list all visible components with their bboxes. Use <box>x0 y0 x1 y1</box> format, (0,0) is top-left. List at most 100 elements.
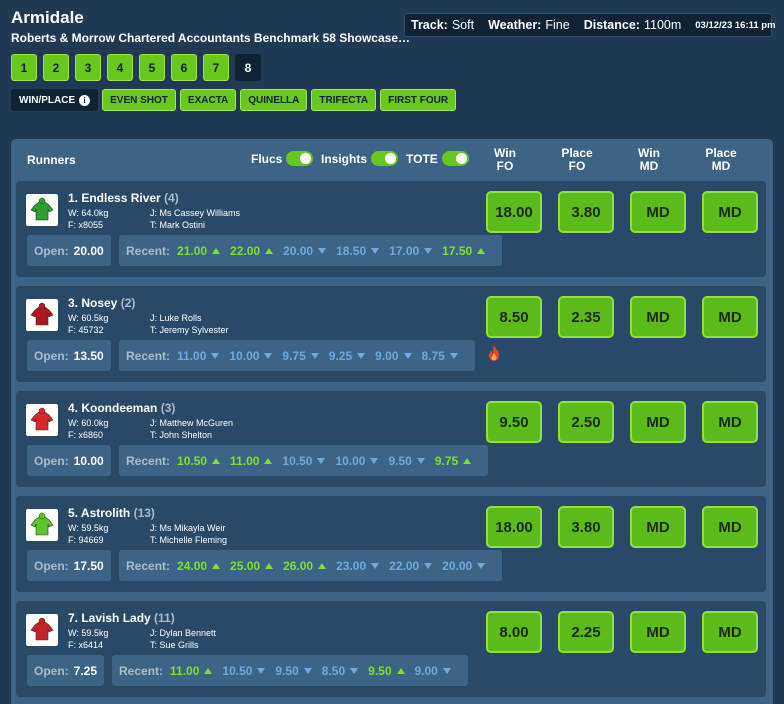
runner-connections: J: Dylan Bennett T: Sue Grills <box>150 627 216 651</box>
place-md-button[interactable]: MD <box>702 401 758 443</box>
arrow-down-icon <box>370 457 379 464</box>
arrow-up-icon <box>212 457 221 464</box>
runner-card: 7. Lavish Lady (11) W: 59.5kg F: x6414 J: D… <box>16 601 766 697</box>
arrow-up-icon <box>265 562 274 569</box>
fluc-value: 9.00 <box>414 663 438 678</box>
arrow-down-icon <box>477 562 486 569</box>
bet-option-exacta[interactable]: EXACTA <box>179 89 237 111</box>
win-md-button[interactable]: MD <box>630 506 686 548</box>
runner-card: 4. Koondeeman (3) W: 60.0kg F: x6860 J: Mat… <box>16 391 766 487</box>
place-md-button[interactable]: MD <box>702 191 758 233</box>
fluc-item: 11.00 <box>170 664 213 678</box>
runner-name-row[interactable]: 7. Lavish Lady (11) <box>68 611 175 625</box>
col-win-md-line2: MD <box>639 159 659 173</box>
runner-barrier: (11) <box>154 611 175 625</box>
race-tab-4[interactable]: 4 <box>107 54 133 81</box>
race-tab-5[interactable]: 5 <box>139 54 165 81</box>
win-md-button[interactable]: MD <box>630 191 686 233</box>
fluc-item: 17.00 <box>389 244 433 258</box>
insights-toggle[interactable] <box>371 151 399 166</box>
race-tab-7[interactable]: 7 <box>203 54 229 81</box>
recent-label: Recent: <box>126 558 171 573</box>
race-tab-8[interactable]: 8 <box>235 54 261 81</box>
win-md-button[interactable]: MD <box>630 401 686 443</box>
open-price: 7.25 <box>73 663 98 678</box>
fluc-value: 25.00 <box>230 558 261 573</box>
runner-weight: W: 59.5kg <box>68 523 109 533</box>
place-fo-button[interactable]: 3.80 <box>558 506 614 548</box>
win-fo-button[interactable]: 18.00 <box>486 191 542 233</box>
fluc-item: 23.00 <box>336 558 380 573</box>
runner-trainer: T: Jeremy Sylvester <box>150 325 229 335</box>
race-tab-1[interactable]: 1 <box>11 54 37 81</box>
bet-option-trifecta[interactable]: TRIFECTA <box>311 89 377 111</box>
win-fo-button[interactable]: 8.50 <box>486 296 542 338</box>
runner-stats: W: 59.5kg F: x6414 <box>68 627 108 651</box>
place-fo-button[interactable]: 3.80 <box>558 191 614 233</box>
fluc-item: 9.25 <box>328 348 366 363</box>
runner-name-row[interactable]: 4. Koondeeman (3) <box>68 401 175 415</box>
win-fo-button[interactable]: 18.00 <box>486 506 542 548</box>
recent-flucs: Recent: 11.00 10.50 9.50 8.50 9.50 9.00 <box>112 655 468 686</box>
tote-toggle[interactable] <box>441 151 469 166</box>
bet-option-quinella[interactable]: QUINELLA <box>240 89 308 111</box>
runner-name-row[interactable]: 3. Nosey (2) <box>68 296 135 310</box>
runner-connections: J: Luke Rolls T: Jeremy Sylvester <box>150 312 229 336</box>
arrow-down-icon <box>211 352 220 359</box>
fluc-item: 10.50 <box>177 454 221 468</box>
flucs-toggle[interactable] <box>286 151 314 166</box>
arrow-down-icon <box>264 352 273 359</box>
runner-name: 1. Endless River <box>68 191 161 205</box>
fluc-item: 8.50 <box>322 664 359 678</box>
win-fo-button[interactable]: 8.00 <box>486 611 542 653</box>
race-tab-2[interactable]: 2 <box>43 54 69 81</box>
runner-name: 5. Astrolith <box>68 506 131 520</box>
place-md-button[interactable]: MD <box>702 506 758 548</box>
col-place-md: Place MD <box>691 147 751 173</box>
bet-option-first-four[interactable]: FIRST FOUR <box>380 89 457 111</box>
runners-panel: Runners Flucs Insights TOTE Win FO Place… <box>11 139 773 704</box>
recent-label: Recent: <box>126 453 171 468</box>
flucs-label: Flucs <box>251 151 283 166</box>
bet-type-bar: WIN/PLACE i EVEN SHOT EXACTA QUINELLA TRIFE… <box>11 89 457 111</box>
fluc-value: 26.00 <box>283 558 314 573</box>
fluc-item: 22.00 <box>230 244 274 258</box>
runner-connections: J: Matthew McGuren T: John Shelton <box>150 417 233 441</box>
fluc-value: 9.75 <box>282 348 306 363</box>
race-tab-3[interactable]: 3 <box>75 54 101 81</box>
place-fo-button[interactable]: 2.50 <box>558 401 614 443</box>
place-md-button[interactable]: MD <box>702 611 758 653</box>
fluc-value: 9.50 <box>368 663 392 678</box>
win-fo-button[interactable]: 9.50 <box>486 401 542 443</box>
col-place-fo: Place FO <box>547 147 607 173</box>
place-md-button[interactable]: MD <box>702 296 758 338</box>
runner-name-row[interactable]: 5. Astrolith (13) <box>68 506 155 520</box>
win-place-button[interactable]: WIN/PLACE i <box>11 89 99 111</box>
runner-form: F: x8055 <box>68 220 104 230</box>
runner-name: 3. Nosey <box>68 296 118 310</box>
race-info-bar: Track: Soft Weather: Fine Distance: 1100… <box>404 13 776 37</box>
place-fo-button[interactable]: 2.25 <box>558 611 614 653</box>
info-icon[interactable]: i <box>79 94 91 106</box>
open-price-box: Open: 10.00 <box>27 445 111 476</box>
win-md-button[interactable]: MD <box>630 296 686 338</box>
recent-flucs: Recent: 21.00 22.00 20.00 18.50 17.00 17.50 <box>119 235 503 266</box>
fluc-value: 23.00 <box>336 558 367 573</box>
race-tab-6[interactable]: 6 <box>171 54 197 81</box>
fluc-value: 20.00 <box>442 558 473 573</box>
fluc-item: 10.50 <box>282 454 326 468</box>
weather-value: Fine <box>545 18 570 32</box>
win-md-button[interactable]: MD <box>630 611 686 653</box>
fluc-item: 25.00 <box>230 558 274 573</box>
recent-label: Recent: <box>126 348 171 363</box>
arrow-down-icon <box>303 667 312 674</box>
fluc-value: 9.25 <box>328 348 353 363</box>
place-fo-button[interactable]: 2.35 <box>558 296 614 338</box>
arrow-down-icon <box>424 562 433 569</box>
arrow-down-icon <box>317 457 326 464</box>
fluc-value: 9.00 <box>375 348 399 363</box>
fluc-value: 22.00 <box>389 558 420 573</box>
bet-option-even-shot[interactable]: EVEN SHOT <box>102 89 176 111</box>
runner-name: 7. Lavish Lady <box>68 611 151 625</box>
runner-name-row[interactable]: 1. Endless River (4) <box>68 191 179 205</box>
